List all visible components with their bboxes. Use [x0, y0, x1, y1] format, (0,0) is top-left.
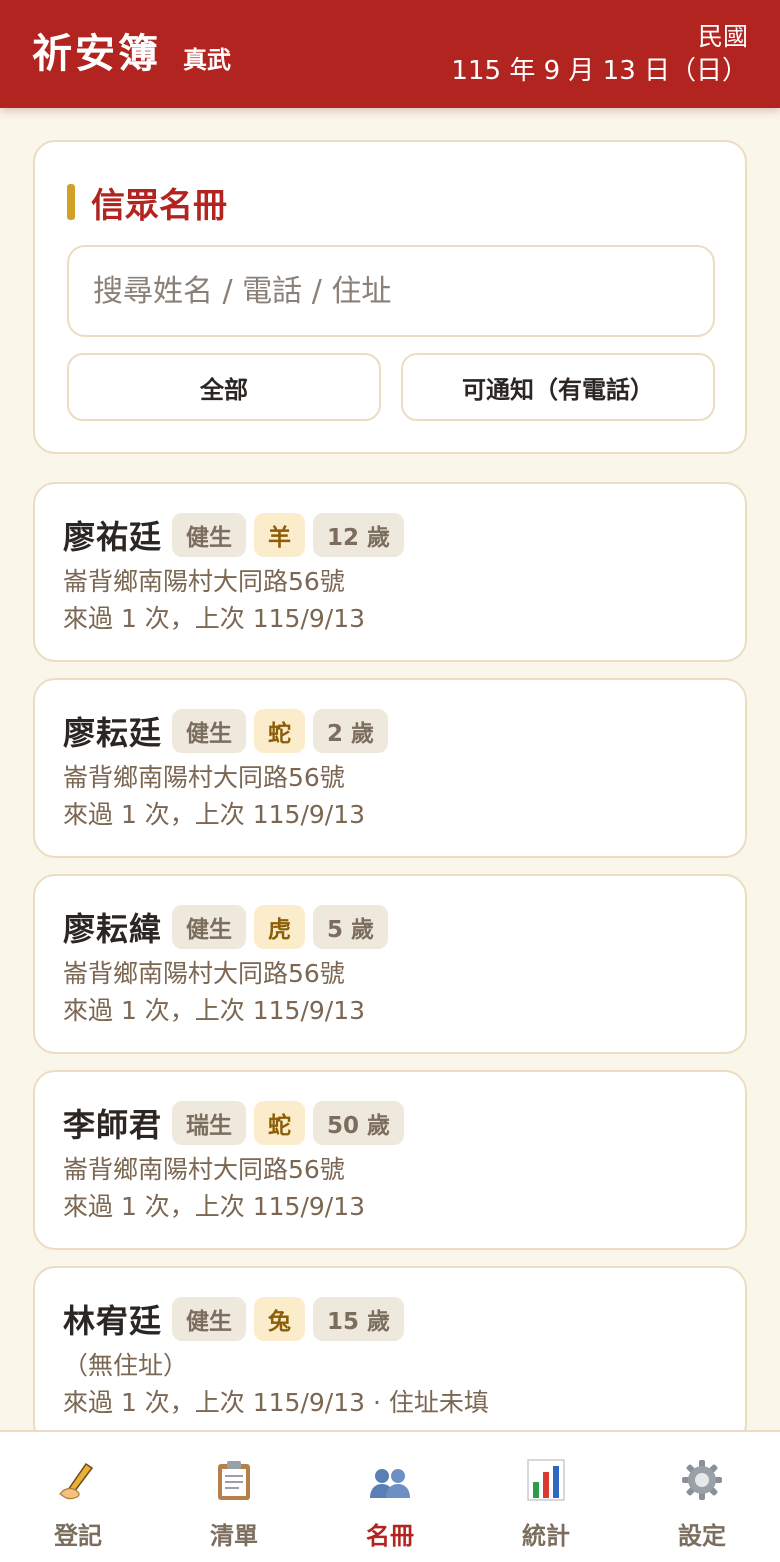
member-search-card: 信眾名冊 全部 可通知（有電話）	[33, 140, 747, 454]
member-address: 崙背鄉南陽村大同路56號	[63, 959, 345, 988]
member-visits: 來過 1 次，上次 115/9/13	[63, 996, 366, 1025]
member-card[interactable]: 李師君 瑞生 蛇 50 歲 崙背鄉南陽村大同路56號 來過 1 次，上次 115…	[33, 1070, 747, 1250]
nav-label: 名冊	[366, 1522, 414, 1550]
member-card[interactable]: 廖耘緯 健生 虎 5 歲 崙背鄉南陽村大同路56號 來過 1 次，上次 115/…	[33, 874, 747, 1054]
member-visits: 來過 1 次，上次 115/9/13	[63, 800, 366, 829]
date-era: 民國	[697, 22, 748, 51]
member-visits: 來過 1 次，上次 115/9/13	[63, 1192, 366, 1221]
member-card[interactable]: 廖祐廷 健生 羊 12 歲 崙背鄉南陽村大同路56號 來過 1 次，上次 115…	[33, 482, 747, 662]
heading-accent-bar	[67, 184, 75, 220]
date-display: 民國 115 年 9 月 13 日（日）	[451, 20, 748, 88]
writing-hand-icon	[59, 1462, 94, 1500]
member-address: 崙背鄉南陽村大同路56號	[63, 567, 345, 596]
section-title: 信眾名冊	[91, 185, 227, 226]
member-name: 廖祐廷	[63, 518, 163, 556]
member-address: 崙背鄉南陽村大同路56號	[63, 1155, 345, 1184]
age-tag: 15 歲	[313, 1297, 405, 1341]
age-tag: 5 歲	[313, 905, 389, 949]
nav-label: 清單	[210, 1522, 258, 1550]
member-visits: 來過 1 次，上次 115/9/13	[63, 604, 366, 633]
filter-all-button[interactable]: 全部	[67, 353, 381, 421]
member-card[interactable]: 廖耘廷 健生 蛇 2 歲 崙背鄉南陽村大同路56號 來過 1 次，上次 115/…	[33, 678, 747, 858]
zodiac-tag: 羊	[254, 513, 306, 557]
search-input[interactable]	[67, 245, 715, 337]
date-value: 115 年 9 月 13 日（日）	[451, 56, 748, 86]
app-title: 祈安簿	[32, 30, 161, 77]
app-header: 祈安簿 真武 民國 115 年 9 月 13 日（日）	[0, 0, 780, 108]
zodiac-tag: 蛇	[254, 1101, 306, 1145]
zodiac-tag: 虎	[254, 905, 306, 949]
member-visits: 來過 1 次，上次 115/9/13 · 住址未填	[63, 1388, 489, 1417]
blessing-tag: 瑞生	[172, 1101, 247, 1145]
zodiac-tag: 兔	[254, 1297, 306, 1341]
member-name: 廖耘緯	[63, 910, 163, 948]
clipboard-icon	[218, 1461, 250, 1500]
section-heading: 信眾名冊	[67, 180, 227, 226]
nav-label: 登記	[54, 1522, 102, 1550]
blessing-tag: 健生	[172, 1297, 247, 1341]
member-name: 廖耘廷	[63, 714, 163, 752]
nav-list[interactable]: 清單	[156, 1432, 312, 1562]
nav-label: 設定	[678, 1522, 726, 1550]
blessing-tag: 健生	[172, 709, 247, 753]
age-tag: 12 歲	[313, 513, 405, 557]
bar-chart-icon	[527, 1459, 565, 1501]
member-card[interactable]: 林宥廷 健生 兔 15 歲 （無住址） 來過 1 次，上次 115/9/13 ·…	[33, 1266, 747, 1446]
zodiac-tag: 蛇	[254, 709, 306, 753]
age-tag: 2 歲	[313, 709, 389, 753]
nav-label: 統計	[522, 1522, 570, 1550]
filter-notifiable-button[interactable]: 可通知（有電話）	[401, 353, 715, 421]
nav-stats[interactable]: 統計	[468, 1432, 624, 1562]
member-name: 林宥廷	[63, 1302, 163, 1340]
member-address: 崙背鄉南陽村大同路56號	[63, 763, 345, 792]
nav-register[interactable]: 登記	[0, 1432, 156, 1562]
people-icon	[370, 1469, 410, 1498]
member-address: （無住址）	[63, 1351, 189, 1380]
bottom-nav: 登記 清單 名冊 統計 設定	[0, 1430, 780, 1562]
gear-icon	[682, 1460, 722, 1500]
temple-name: 真武	[183, 46, 231, 74]
blessing-tag: 健生	[172, 905, 247, 949]
member-name: 李師君	[63, 1106, 163, 1144]
nav-settings[interactable]: 設定	[624, 1432, 780, 1562]
age-tag: 50 歲	[313, 1101, 405, 1145]
blessing-tag: 健生	[172, 513, 247, 557]
nav-roster[interactable]: 名冊	[312, 1432, 468, 1562]
